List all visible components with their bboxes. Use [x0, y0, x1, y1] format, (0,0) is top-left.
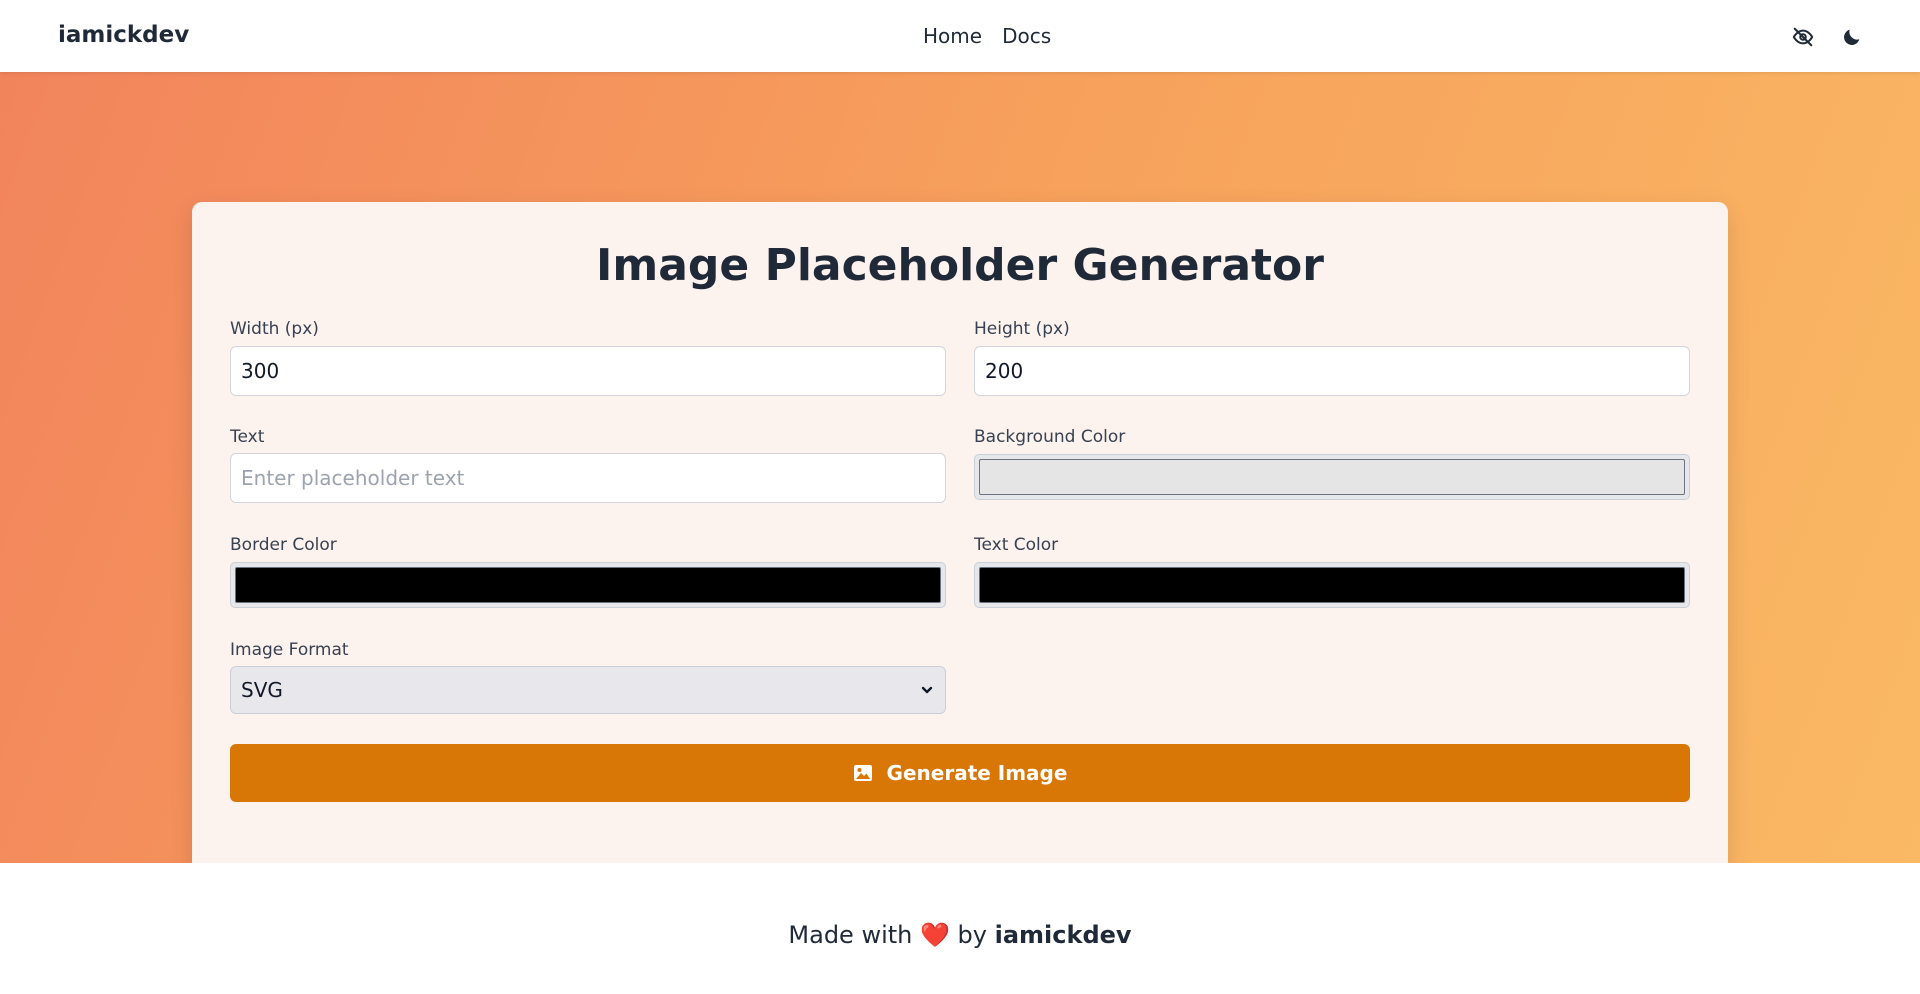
text-input[interactable]: Enter placeholder text — [230, 453, 946, 503]
text-color-swatch — [979, 567, 1685, 603]
generate-image-label: Generate Image — [886, 761, 1068, 785]
image-format-value: SVG — [241, 678, 283, 702]
nav-link-docs[interactable]: Docs — [1002, 24, 1051, 48]
width-input[interactable]: 300 — [230, 346, 946, 396]
footer: Made with ❤️ by iamickdev — [0, 863, 1920, 994]
generator-card: Image Placeholder Generator Width (px) 3… — [192, 202, 1728, 879]
border-color-swatch — [235, 567, 941, 603]
footer-middle: by — [957, 921, 987, 949]
footer-credit: Made with ❤️ by iamickdev — [0, 921, 1920, 949]
brand-logo[interactable]: iamickdev — [58, 22, 189, 48]
text-color-label: Text Color — [974, 535, 1059, 555]
footer-prefix: Made with — [788, 921, 913, 949]
image-icon — [853, 765, 872, 781]
text-label: Text — [230, 427, 265, 447]
hero-section: Image Placeholder Generator Width (px) 3… — [0, 72, 1920, 879]
background-color-swatch — [979, 459, 1685, 495]
border-color-label: Border Color — [230, 535, 337, 555]
navbar: iamickdev Home Docs — [0, 0, 1920, 72]
nav-links: Home Docs — [923, 24, 1051, 48]
background-color-label: Background Color — [974, 427, 1126, 447]
background-color-picker[interactable] — [974, 454, 1690, 500]
text-color-picker[interactable] — [974, 562, 1690, 608]
footer-author[interactable]: iamickdev — [995, 921, 1132, 949]
heart-icon: ❤️ — [920, 921, 950, 949]
generate-image-button[interactable]: Generate Image — [230, 744, 1690, 802]
moon-icon[interactable] — [1839, 24, 1865, 50]
height-label: Height (px) — [974, 319, 1070, 339]
chevron-down-icon — [921, 686, 933, 694]
image-format-select[interactable]: SVG — [230, 666, 946, 714]
width-label: Width (px) — [230, 319, 319, 339]
image-format-label: Image Format — [230, 640, 349, 660]
eye-slash-icon[interactable] — [1790, 24, 1816, 50]
nav-link-home[interactable]: Home — [923, 24, 982, 48]
height-input[interactable]: 200 — [974, 346, 1690, 396]
border-color-picker[interactable] — [230, 562, 946, 608]
page-title: Image Placeholder Generator — [596, 240, 1324, 291]
